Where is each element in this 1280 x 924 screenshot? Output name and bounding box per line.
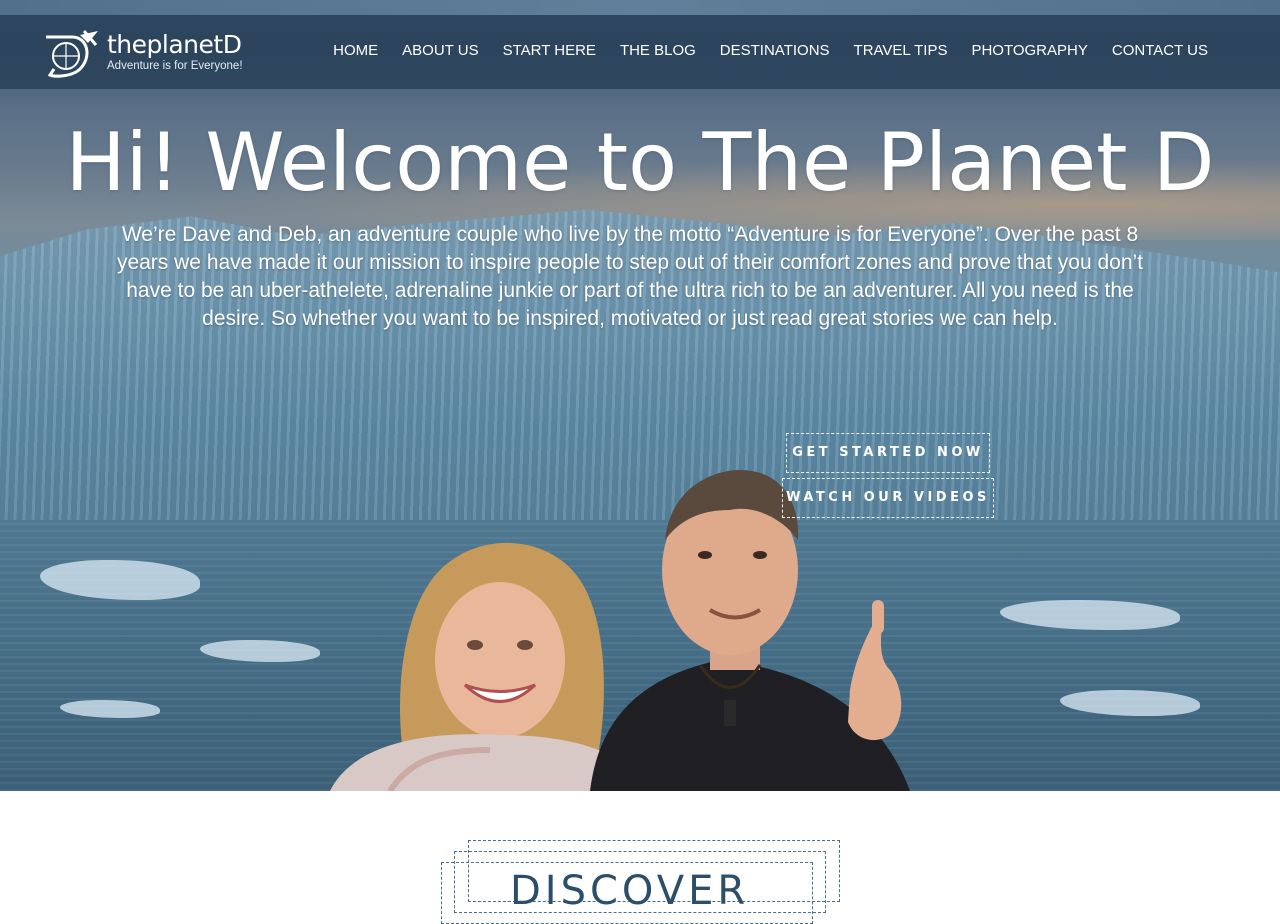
nav-item-start-here[interactable]: START HERE xyxy=(491,42,608,60)
nav-item-photography[interactable]: PHOTOGRAPHY xyxy=(959,42,1099,60)
hero-title: Hi! Welcome to The Planet D xyxy=(65,116,1215,209)
discover-label: DISCOVER xyxy=(510,868,750,914)
main-nav: HOME ABOUT US START HERE THE BLOG DESTIN… xyxy=(321,42,1220,60)
site-header: theplanetD Adventure is for Everyone! HO… xyxy=(0,15,1280,89)
site-logo[interactable]: theplanetD Adventure is for Everyone! xyxy=(40,29,260,79)
nav-item-home[interactable]: HOME xyxy=(321,42,390,60)
nav-item-the-blog[interactable]: THE BLOG xyxy=(608,42,708,60)
nav-item-contact-us[interactable]: CONTACT US xyxy=(1100,42,1220,60)
globe-plane-icon xyxy=(46,30,98,78)
watch-videos-button[interactable]: WATCH OUR VIDEOS xyxy=(782,478,994,518)
nav-item-destinations[interactable]: DESTINATIONS xyxy=(708,42,842,60)
logo-tagline: Adventure is for Everyone! xyxy=(107,60,243,72)
discover-button[interactable]: DISCOVER xyxy=(440,840,840,924)
hero-intro-text: We’re Dave and Deb, an adventure couple … xyxy=(116,223,1144,330)
top-strip xyxy=(0,0,1280,15)
get-started-button[interactable]: GET STARTED NOW xyxy=(786,433,990,473)
nav-item-travel-tips[interactable]: TRAVEL TIPS xyxy=(842,42,960,60)
nav-item-about-us[interactable]: ABOUT US xyxy=(390,42,490,60)
logo-name: theplanetD xyxy=(107,30,242,59)
